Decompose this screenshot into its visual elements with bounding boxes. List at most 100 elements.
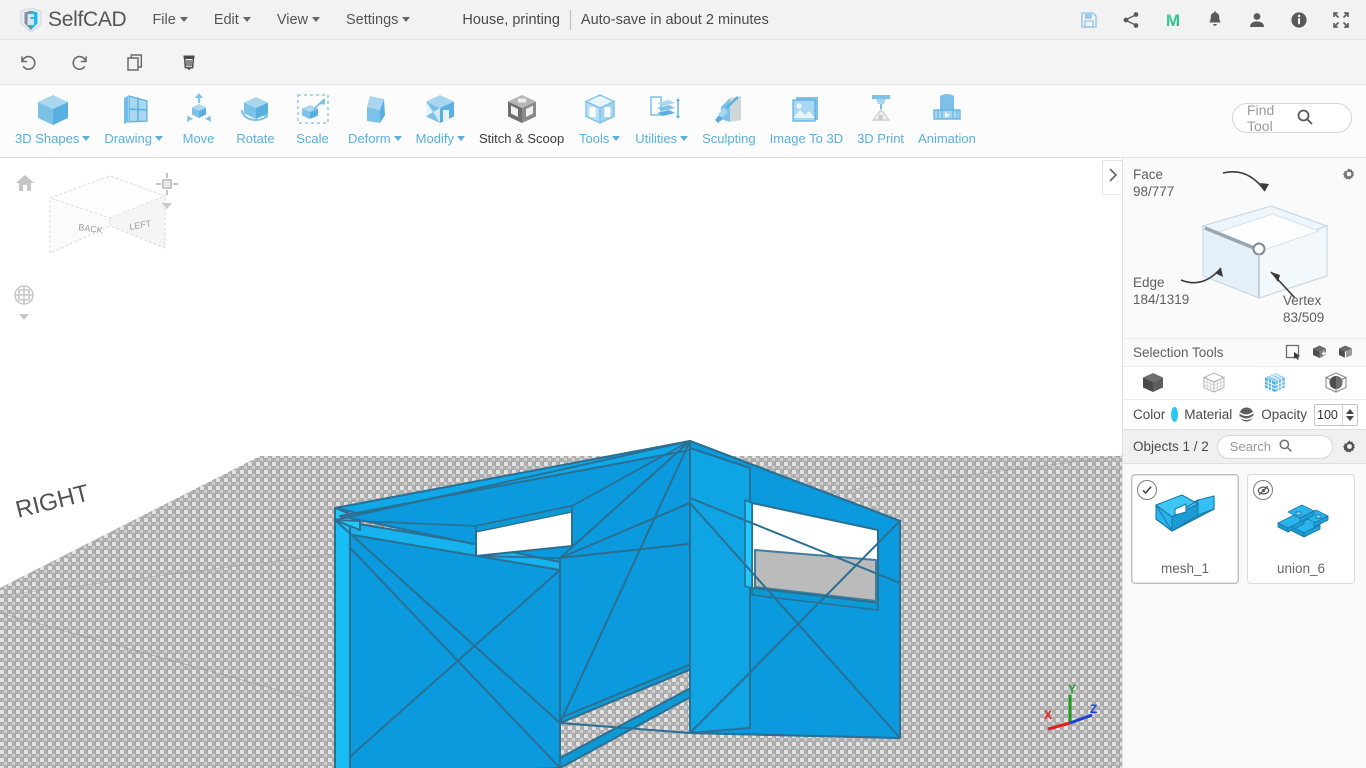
- tools-icon: [579, 90, 621, 130]
- objects-settings-gear-icon[interactable]: [1341, 438, 1358, 455]
- tool-modify[interactable]: Modify: [409, 85, 472, 155]
- search-icon: [1278, 438, 1326, 456]
- menu-view-label: View: [276, 11, 308, 28]
- tool-move[interactable]: Move: [170, 85, 227, 155]
- sphere-select-icon[interactable]: [1318, 369, 1354, 397]
- chevron-right-icon: [1107, 167, 1119, 188]
- objects-search-placeholder: Search: [1229, 439, 1271, 454]
- chevron-down-icon: [311, 16, 320, 22]
- color-swatch[interactable]: [1171, 407, 1179, 422]
- menu-file-label: File: [152, 11, 176, 28]
- svg-text:M: M: [1166, 11, 1180, 30]
- tool-utilities[interactable]: Utilities: [628, 85, 695, 155]
- objects-grid: mesh_1 union_6: [1123, 464, 1366, 594]
- document-title[interactable]: House, printing: [462, 12, 560, 28]
- app-name: SelfCAD: [48, 7, 127, 31]
- opacity-input[interactable]: [1315, 407, 1342, 422]
- opacity-stepper[interactable]: [1314, 403, 1358, 426]
- objects-search-input[interactable]: Search: [1216, 434, 1333, 459]
- top-bar-actions: M: [1078, 0, 1352, 40]
- tool-animation[interactable]: Animation: [911, 85, 983, 155]
- vertex-mode-icon[interactable]: [1196, 369, 1232, 397]
- top-menu-bar: SelfCAD File Edit View Settings House, p…: [0, 0, 1366, 40]
- object-card-union-6[interactable]: union_6: [1247, 474, 1355, 584]
- tool-image-to-3d-label: Image To 3D: [769, 131, 844, 146]
- chevron-down-icon[interactable]: [19, 314, 29, 320]
- chevron-down-icon: [179, 16, 188, 22]
- tool-deform[interactable]: Deform: [341, 85, 409, 155]
- face-mode-icon[interactable]: [1257, 369, 1293, 397]
- object-mode-icon[interactable]: [1135, 369, 1171, 397]
- eye-slash-icon[interactable]: [1253, 480, 1273, 500]
- 3d-viewport[interactable]: RIGHT BACK LEFT Y X Z: [0, 158, 1122, 768]
- deform-icon: [354, 90, 396, 130]
- object-card-mesh-1[interactable]: mesh_1: [1131, 474, 1239, 584]
- ground-axis-label: RIGHT: [13, 479, 92, 523]
- app-logo[interactable]: SelfCAD: [16, 5, 127, 35]
- tool-scale[interactable]: Scale: [284, 85, 341, 155]
- select-all-icon[interactable]: [1332, 342, 1358, 364]
- find-tool-search[interactable]: Find Tool: [1232, 102, 1352, 134]
- modify-icon: [419, 90, 461, 130]
- chevron-down-icon: [456, 136, 465, 141]
- face-count: Face 98/777: [1133, 166, 1174, 200]
- menu-file[interactable]: File: [152, 11, 188, 28]
- face-value: 98/777: [1133, 184, 1175, 199]
- tool-3d-print[interactable]: 3D Print: [850, 85, 911, 155]
- chevron-down-icon[interactable]: [162, 203, 172, 209]
- material-sphere-icon[interactable]: [1238, 406, 1255, 423]
- objects-count-label: Objects 1 / 2: [1133, 439, 1209, 454]
- notifications-bell-icon[interactable]: [1204, 9, 1226, 31]
- info-icon[interactable]: [1288, 9, 1310, 31]
- tool-rotate[interactable]: Rotate: [227, 85, 284, 155]
- menu-view[interactable]: View: [277, 12, 320, 28]
- fullscreen-icon[interactable]: [1330, 9, 1352, 31]
- cube-icon: [32, 90, 74, 130]
- menu-edit-label: Edit: [213, 11, 239, 28]
- spinner-down-icon[interactable]: [1346, 415, 1354, 421]
- check-icon[interactable]: [1137, 480, 1157, 500]
- tool-3d-shapes[interactable]: 3D Shapes: [8, 85, 97, 155]
- share-icon[interactable]: [1120, 9, 1142, 31]
- objects-header: Objects 1 / 2 Search: [1123, 430, 1366, 464]
- title-separator: [569, 9, 571, 30]
- undo-icon[interactable]: [0, 40, 54, 85]
- m-brand-icon[interactable]: M: [1162, 9, 1184, 31]
- delete-icon[interactable]: [162, 40, 216, 85]
- tool-sculpting-label: Sculpting: [702, 131, 756, 146]
- spinner-up-icon[interactable]: [1346, 408, 1354, 414]
- tool-tools[interactable]: Tools: [571, 85, 628, 155]
- redo-icon[interactable]: [54, 40, 108, 85]
- save-icon[interactable]: [1078, 9, 1100, 31]
- tool-tools-label: Tools: [579, 131, 621, 146]
- opacity-spinner[interactable]: [1342, 404, 1357, 425]
- rectangle-select-icon[interactable]: [1280, 342, 1306, 364]
- selection-settings-gear-icon[interactable]: [1341, 166, 1357, 187]
- axis-label-z: Z: [1090, 702, 1097, 716]
- sculpting-icon: [708, 90, 750, 130]
- menu-settings-label: Settings: [345, 11, 399, 28]
- tool-sculpting[interactable]: Sculpting: [695, 85, 762, 155]
- select-through-icon[interactable]: [1306, 342, 1332, 364]
- user-account-icon[interactable]: [1246, 9, 1268, 31]
- tool-stitch-and-scoop[interactable]: Stitch & Scoop: [472, 85, 571, 155]
- selection-mode-row: [1123, 366, 1366, 400]
- tool-drawing-label: Drawing: [104, 131, 164, 146]
- menu-settings[interactable]: Settings: [345, 11, 411, 28]
- main-toolbar: 3D Shapes Drawing Move Rotate Scale Defo…: [0, 85, 1366, 158]
- edge-label: Edge: [1133, 275, 1165, 290]
- autosave-status: Auto-save in about 2 minutes: [580, 11, 769, 28]
- panel-collapse-button[interactable]: [1102, 160, 1122, 195]
- tool-3d-shapes-label: 3D Shapes: [15, 131, 91, 146]
- menu-edit[interactable]: Edit: [214, 12, 251, 28]
- axis-label-y: Y: [1068, 682, 1076, 696]
- home-icon[interactable]: [14, 172, 36, 199]
- tool-drawing[interactable]: Drawing: [97, 85, 170, 155]
- perspective-projection-icon[interactable]: [12, 283, 36, 320]
- tool-utilities-label: Utilities: [635, 131, 689, 146]
- copy-icon[interactable]: [108, 40, 162, 85]
- tool-image-to-3d[interactable]: Image To 3D: [763, 85, 850, 155]
- view-preset-icon[interactable]: [155, 172, 179, 209]
- tool-modify-label: Modify: [416, 131, 465, 146]
- move-icon: [178, 90, 220, 130]
